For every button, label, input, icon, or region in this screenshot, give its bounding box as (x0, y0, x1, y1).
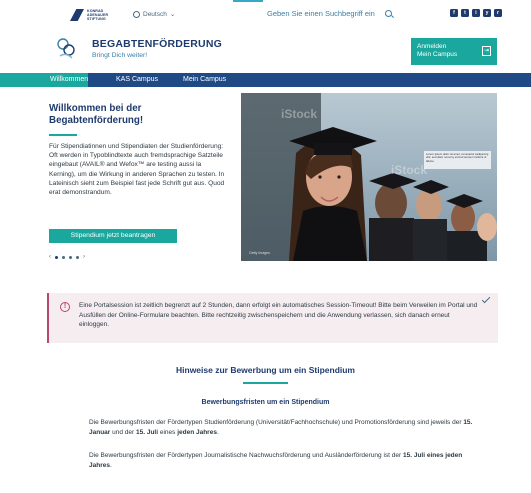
nav-item-kas-campus[interactable]: KAS Campus (116, 76, 158, 83)
text-span: Die Bewerbungsfristen der Fördertypen Jo… (89, 452, 403, 459)
carousel-prev-icon[interactable]: ‹ (49, 254, 51, 260)
top-bar: KONRAD ADENAUER STIFTUNG Deutsch ⌄ Geben… (0, 0, 531, 28)
search-input[interactable]: Geben Sie einen Suchbegriff ein (267, 9, 375, 18)
social-links: f t i y r (450, 9, 502, 17)
carousel-dot[interactable] (76, 255, 79, 259)
text-span: und der (110, 428, 136, 436)
main-nav: Willkommen KAS Campus Mein Campus (0, 73, 531, 87)
carousel-controls: ‹ › (49, 254, 85, 260)
instagram-icon[interactable]: i (472, 9, 480, 17)
chevron-down-icon: ⌄ (169, 11, 176, 18)
login-arrow-icon: ⇥ (482, 46, 491, 56)
text-span: . (109, 461, 112, 469)
kas-logo[interactable]: KONRAD ADENAUER STIFTUNG (70, 8, 125, 22)
alert-text: Eine Portalsession ist zeitlich begrenzt… (79, 302, 478, 328)
section-heading: Hinweise zur Bewerbung um ein Stipendium (176, 365, 355, 375)
apply-scholarship-button[interactable]: Stipendium jetzt beantragen (49, 229, 177, 243)
twitter-icon[interactable]: t (461, 9, 469, 17)
brand-icon (57, 38, 75, 59)
login-label-campus: Mein Campus (417, 51, 458, 58)
site-title: BEGABTENFÖRDERUNG (92, 38, 222, 50)
nav-item-mein-campus[interactable]: Mein Campus (183, 76, 226, 83)
carousel-dot[interactable] (69, 255, 72, 259)
watermark: iStock (281, 107, 318, 121)
session-timeout-alert: ! Eine Portalsession ist zeitlich begren… (47, 293, 498, 343)
facebook-icon[interactable]: f (450, 9, 458, 17)
hero-image: iStock iStock Lorem ipsum dolor sit amet… (241, 93, 497, 261)
heading-divider (49, 134, 77, 136)
site-tagline: Bringt Dich weiter! (92, 52, 148, 59)
nav-item-willkommen[interactable]: Willkommen (50, 76, 88, 83)
globe-icon (133, 10, 140, 18)
kas-logo-icon (70, 9, 84, 21)
text-span: . (216, 428, 219, 436)
alert-icon: ! (60, 302, 70, 312)
text-span: eines (158, 428, 178, 436)
carousel-dot[interactable] (62, 255, 65, 259)
graduates-photo (241, 93, 497, 261)
youtube-icon[interactable]: y (483, 9, 491, 17)
deadline-paragraph: Die Bewerbungsfristen der Fördertypen Jo… (89, 451, 479, 470)
active-indicator (233, 0, 263, 2)
image-caption: Lorem ipsum dolor sit amet, consetetur s… (424, 151, 491, 169)
image-credit: Getty Images (249, 251, 270, 255)
date-highlight: 15. Juli (136, 428, 159, 436)
watermark: iStock (391, 163, 428, 177)
logo-line: STIFTUNG (87, 17, 106, 21)
date-highlight: jeden Jahres (177, 428, 217, 436)
dismiss-check-icon[interactable] (481, 294, 491, 304)
welcome-heading: Willkommen bei der Begabtenförderung! (49, 103, 144, 126)
search-field[interactable]: Geben Sie einen Suchbegriff ein (267, 9, 392, 18)
section-divider (243, 382, 288, 384)
language-label: Deutsch (143, 10, 167, 18)
language-selector[interactable]: Deutsch ⌄ (133, 10, 175, 18)
deadline-paragraph: Die Bewerbungsfristen der Fördertypen St… (89, 418, 479, 437)
login-button[interactable]: Anmelden Mein Campus ⇥ (411, 38, 497, 65)
search-icon[interactable] (384, 10, 392, 17)
carousel-next-icon[interactable]: › (83, 254, 85, 260)
carousel-dot[interactable] (55, 255, 58, 259)
site-header: BEGABTENFÖRDERUNG Bringt Dich weiter! An… (0, 28, 531, 73)
welcome-text: Für Stipendiatinnen und Stipendiaten der… (49, 143, 225, 197)
rss-icon[interactable]: r (494, 9, 502, 17)
section-subheading: Bewerbungsfristen um ein Stipendium (201, 399, 330, 406)
text-span: Die Bewerbungsfristen der Fördertypen St… (89, 419, 464, 426)
login-label: Anmelden (417, 43, 447, 50)
